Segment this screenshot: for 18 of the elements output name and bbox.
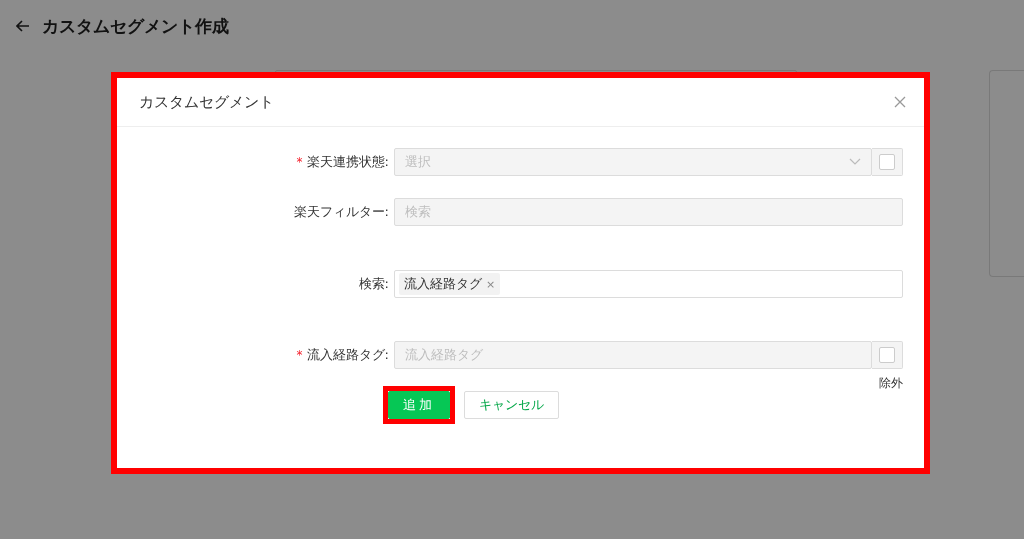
close-button[interactable] xyxy=(894,96,906,108)
tag-chip[interactable]: 流入経路タグ × xyxy=(399,273,501,295)
field-label: 検索: xyxy=(358,275,389,293)
back-arrow-icon[interactable] xyxy=(16,20,30,32)
tag-input-field[interactable]: 流入経路タグ × xyxy=(394,270,903,298)
cancel-button[interactable]: キャンセル xyxy=(464,391,559,419)
chevron-down-icon xyxy=(849,158,861,166)
field-label: 楽天フィルター: xyxy=(293,203,389,221)
checkbox[interactable] xyxy=(879,347,895,363)
dialog-title: カスタムセグメント xyxy=(139,92,274,112)
add-button[interactable]: 追加 xyxy=(388,391,450,419)
field-label: 楽天連携状態: xyxy=(306,153,389,171)
field-label: 流入経路タグ: xyxy=(306,346,389,364)
checkbox[interactable] xyxy=(879,154,895,170)
required-mark: * xyxy=(296,348,303,362)
required-mark: * xyxy=(296,155,303,169)
page-title: カスタムセグメント作成 xyxy=(42,14,229,38)
checkbox-label: 除外 xyxy=(879,375,903,392)
